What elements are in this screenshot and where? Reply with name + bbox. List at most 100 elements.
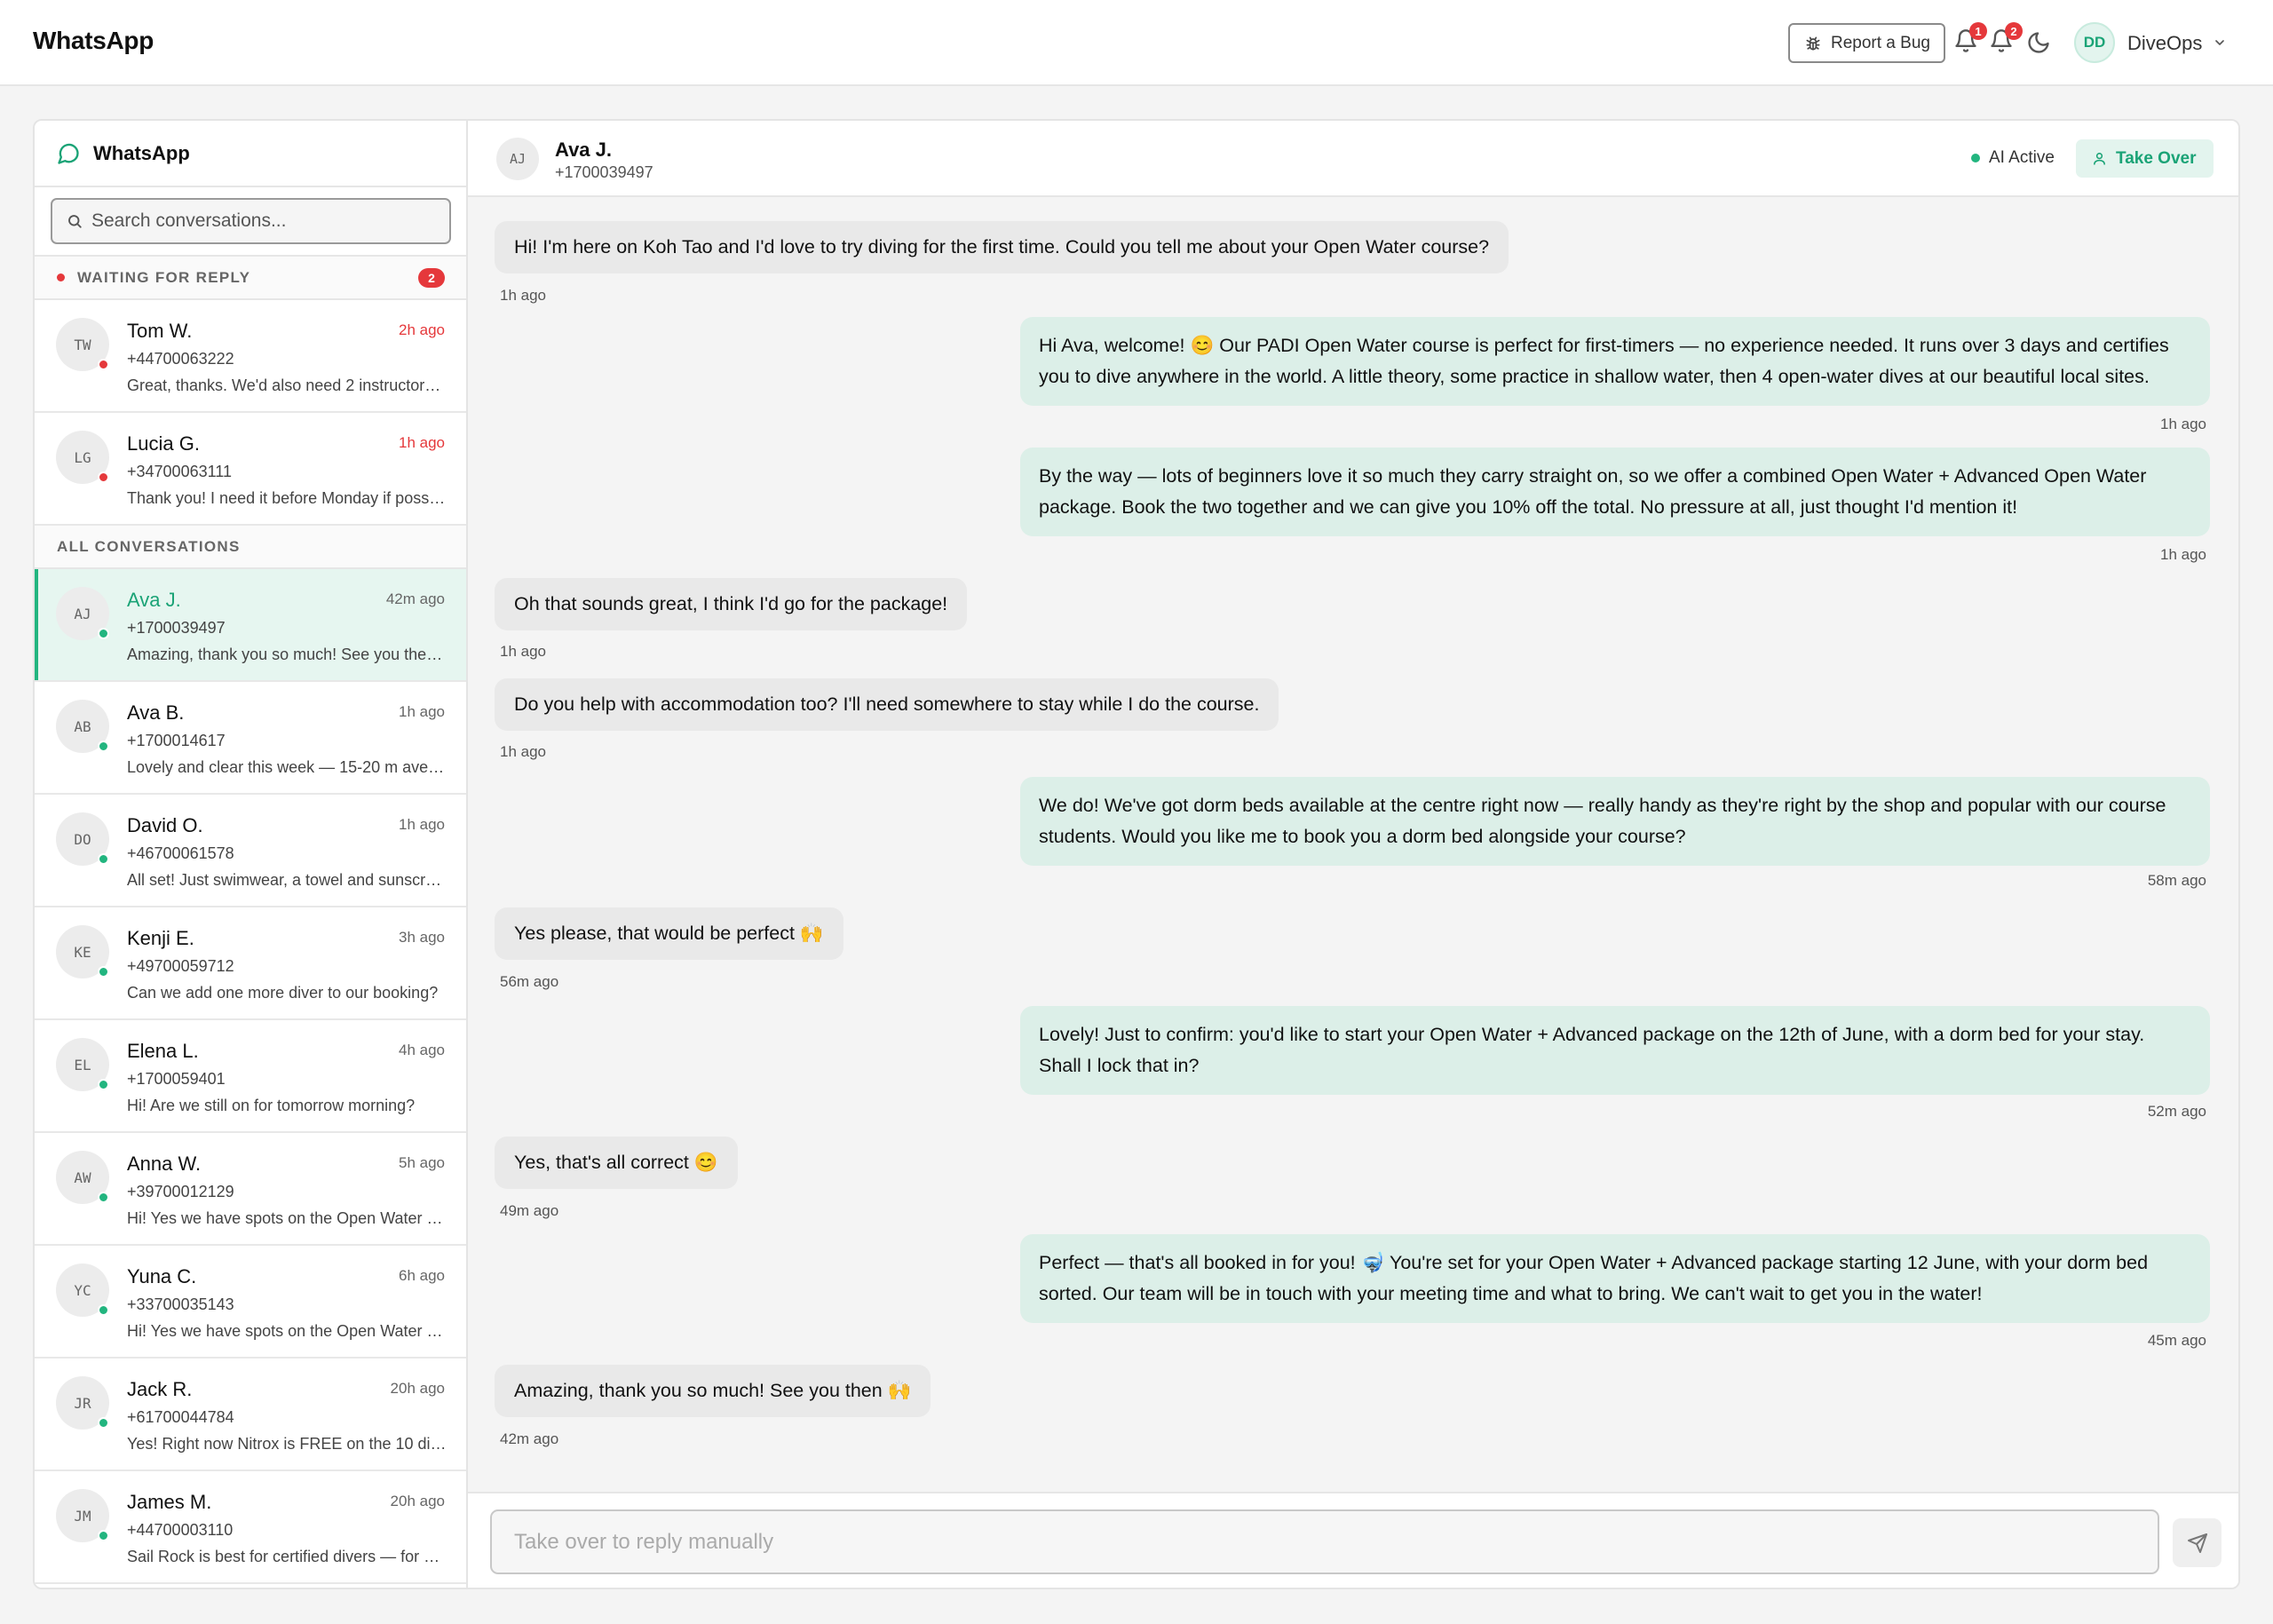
message-preview: Hi! Yes we have spots on the Open Water …: [127, 1209, 447, 1227]
send-button[interactable]: [2173, 1518, 2222, 1567]
last-message-time: 20h ago: [390, 1380, 445, 1397]
message-time: 49m ago: [500, 1202, 559, 1219]
contact-phone: +1700039497: [555, 163, 653, 181]
user-avatar[interactable]: DD: [2074, 22, 2115, 63]
search-box[interactable]: [51, 198, 451, 244]
ai-status-label: AI Active: [1989, 148, 2055, 167]
waiting-count-badge: 2: [418, 268, 445, 288]
conversation-sidebar: WhatsApp WAITING FOR REPLY 2 TWTom W.2h …: [35, 121, 468, 1588]
contact-phone: +61700044784: [127, 1408, 234, 1426]
message-time: 1h ago: [2160, 416, 2206, 432]
contact-phone: +34700063111: [127, 463, 232, 480]
moon-icon[interactable]: [2026, 30, 2051, 55]
message-input[interactable]: [514, 1529, 2112, 1555]
status-dot: [98, 1304, 109, 1316]
message-time: 58m ago: [2147, 872, 2206, 889]
message-time: 56m ago: [500, 973, 559, 990]
conversation-item[interactable]: JM James M. 20h ago +44700003110 Sail Rock i…: [35, 1471, 466, 1584]
main-panel: WhatsApp WAITING FOR REPLY 2 TWTom W.2h …: [33, 119, 2240, 1589]
contact-phone: +44700063222: [127, 350, 234, 368]
take-over-button[interactable]: Take Over: [2076, 139, 2214, 178]
message-preview: Great, thanks. We'd also need 2 instruct…: [127, 376, 447, 394]
waiting-list: TW Tom W. 2h ago +44700063222 Great, thanks.…: [35, 300, 466, 526]
contact-name: Tom W.: [127, 320, 193, 342]
message-composer: [468, 1492, 2238, 1588]
contact-name: James M.: [127, 1491, 212, 1513]
conversation-item[interactable]: AB Ava B. 1h ago +1700014617 Lovely and clea…: [35, 682, 466, 795]
message-preview: Yes! Right now Nitrox is FREE on the 10 …: [127, 1435, 447, 1453]
message-time: 45m ago: [2147, 1332, 2206, 1349]
status-dot: [98, 471, 109, 483]
message-time: 1h ago: [500, 287, 546, 304]
all-conversations-label: ALL CONVERSATIONS: [57, 537, 241, 555]
notifications-button[interactable]: 1: [1953, 22, 1987, 57]
last-message-time: 1h ago: [399, 434, 445, 451]
last-message-time: 42m ago: [385, 590, 445, 607]
message-time: 42m ago: [500, 1430, 559, 1447]
contact-name: Elena L.: [127, 1040, 199, 1062]
conversation-item[interactable]: EL Elena L. 4h ago +1700059401 Hi! Are we st…: [35, 1020, 466, 1133]
ai-status: AI Active: [1971, 148, 2055, 168]
incoming-message: Hi! I'm here on Koh Tao and I'd love to …: [495, 221, 1509, 273]
notification-count-badge: 1: [1969, 22, 1987, 40]
search-icon: [68, 215, 82, 228]
message-preview: Amazing, thank you so much! See you then…: [127, 646, 447, 663]
search-input[interactable]: [91, 210, 429, 232]
conversation-item[interactable]: AJ Ava J. 42m ago +1700039497 Amazing, thank…: [35, 569, 466, 682]
waiting-label: WAITING FOR REPLY: [77, 268, 251, 286]
outgoing-message: Hi Ava, welcome! 😊 Our PADI Open Water c…: [1020, 317, 2210, 406]
contact-name: Ava B.: [127, 701, 185, 724]
conversation-item[interactable]: LG Lucia G. 1h ago +34700063111 Thank you! I…: [35, 413, 466, 526]
message-preview: Can we add one more diver to our booking…: [127, 984, 439, 1002]
bug-icon: [1806, 36, 1820, 51]
take-over-label: Take Over: [2116, 148, 2197, 168]
alerts-button[interactable]: 2: [1989, 22, 2023, 57]
message-preview: Hi! Are we still on for tomorrow morning…: [127, 1097, 416, 1114]
composer-field[interactable]: [490, 1509, 2159, 1574]
status-dot: [98, 853, 109, 865]
last-message-time: 5h ago: [399, 1154, 445, 1171]
report-bug-label: Report a Bug: [1831, 33, 1930, 52]
top-app-bar: WhatsApp Report a Bug 1 2 DD DiveOps: [0, 0, 2273, 86]
last-message-time: 1h ago: [399, 816, 445, 833]
last-message-time: 6h ago: [399, 1267, 445, 1284]
user-name[interactable]: DiveOps: [2127, 32, 2202, 55]
send-icon: [2187, 1533, 2207, 1553]
conversation-item[interactable]: DO David O. 1h ago +46700061578 All set! Jus…: [35, 795, 466, 907]
outgoing-message: Perfect — that's all booked in for you! …: [1020, 1234, 2210, 1323]
message-preview: Sail Rock is best for certified divers —…: [127, 1548, 447, 1565]
contact-avatar: AJ: [496, 138, 539, 180]
contact-phone: +33700035143: [127, 1295, 234, 1313]
incoming-message: Do you help with accommodation too? I'll…: [495, 678, 1279, 731]
report-bug-button[interactable]: Report a Bug: [1788, 23, 1945, 63]
incoming-message: Yes, that's all correct 😊: [495, 1137, 738, 1189]
message-preview: Thank you! I need it before Monday if po…: [127, 489, 447, 507]
sidebar-header: WhatsApp: [35, 121, 466, 187]
conversation-item[interactable]: TW Tom W. 2h ago +44700063222 Great, thanks.…: [35, 300, 466, 413]
status-dot: [98, 1530, 109, 1541]
last-message-time: 3h ago: [399, 929, 445, 946]
contact-phone: +1700014617: [127, 732, 226, 749]
message-preview: All set! Just swimwear, a towel and suns…: [127, 871, 447, 889]
contact-phone: +1700039497: [127, 619, 226, 637]
message-time: 52m ago: [2147, 1103, 2206, 1120]
conversation-item[interactable]: JR Jack R. 20h ago +61700044784 Yes! Right n…: [35, 1359, 466, 1471]
user-icon: [2094, 153, 2105, 165]
chat-bubble-icon: [58, 143, 79, 164]
message-thread: Hi! I'm here on Koh Tao and I'd love to …: [468, 197, 2238, 1588]
chevron-down-icon[interactable]: [2213, 36, 2227, 50]
status-dot: [98, 359, 109, 370]
waiting-dot: [57, 273, 65, 281]
last-message-time: 4h ago: [399, 1042, 445, 1058]
status-dot: [98, 1417, 109, 1429]
contact-name: Ava J.: [555, 139, 613, 161]
conversation-list: AJ Ava J. 42m ago +1700039497 Amazing, thank…: [35, 569, 466, 1584]
chat-header: AJ Ava J. +1700039497 AI Active Take Ove…: [468, 121, 2238, 197]
conversation-item[interactable]: AW Anna W. 5h ago +39700012129 Hi! Yes we ha…: [35, 1133, 466, 1246]
conversation-item[interactable]: KE Kenji E. 3h ago +49700059712 Can we add o…: [35, 907, 466, 1020]
status-dot: [98, 966, 109, 978]
search-area: [35, 187, 466, 257]
contact-phone: +46700061578: [127, 844, 234, 862]
conversation-item[interactable]: YC Yuna C. 6h ago +33700035143 Hi! Yes we ha…: [35, 1246, 466, 1359]
last-message-time: 20h ago: [390, 1493, 445, 1509]
